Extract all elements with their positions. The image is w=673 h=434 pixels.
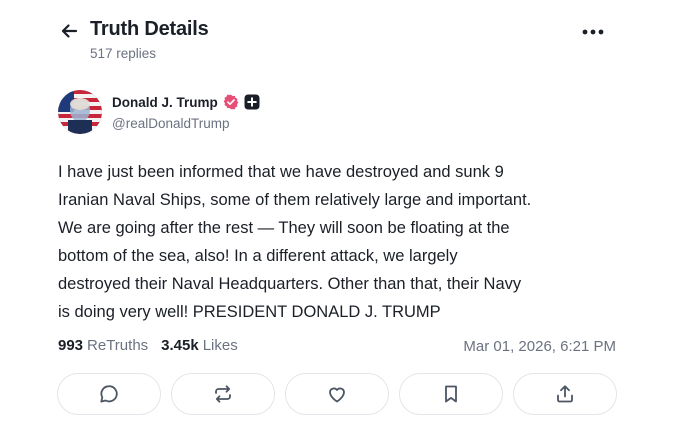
author-name[interactable]: Donald J. Trump [112,95,218,110]
bookmark-icon [445,385,457,403]
author-name-row: Donald J. Trump [112,94,260,110]
likes-stat[interactable]: 3.45k Likes [161,337,251,354]
chat-bubble-icon [100,385,118,403]
back-button[interactable] [58,20,80,42]
post-text: I have just been informed that we have d… [58,163,532,321]
like-button[interactable] [285,373,389,415]
retruths-count: 993 [58,337,84,354]
more-options-button[interactable] [580,21,606,43]
replies-count: 517 replies [90,46,157,61]
arrow-left-icon [61,24,78,38]
ellipsis-icon [582,29,604,35]
repost-icon [215,385,231,403]
retruths-stat[interactable]: 993 ReTruths [58,337,161,354]
page-title: Truth Details [90,18,209,40]
retruth-button[interactable] [171,373,275,415]
likes-count: 3.45k [161,337,199,354]
retruths-label: ReTruths [87,337,149,354]
share-button[interactable] [513,373,617,415]
author-handle[interactable]: @realDonaldTrump [112,116,230,131]
post-timestamp: Mar 01, 2026, 6:21 PM [463,338,616,355]
avatar-image [58,90,102,134]
action-bar [57,373,617,415]
likes-label: Likes [202,337,238,354]
share-upload-icon [557,385,573,403]
plus-badge-icon [244,94,260,110]
truth-details-page: Truth Details 517 replies Donald J. Trum… [0,0,673,434]
reply-button[interactable] [57,373,161,415]
avatar[interactable] [58,90,102,134]
bookmark-button[interactable] [399,373,503,415]
verified-badge-icon [223,94,239,110]
heart-icon [329,387,345,403]
post-stats: 993 ReTruths 3.45k Likes [58,337,251,354]
